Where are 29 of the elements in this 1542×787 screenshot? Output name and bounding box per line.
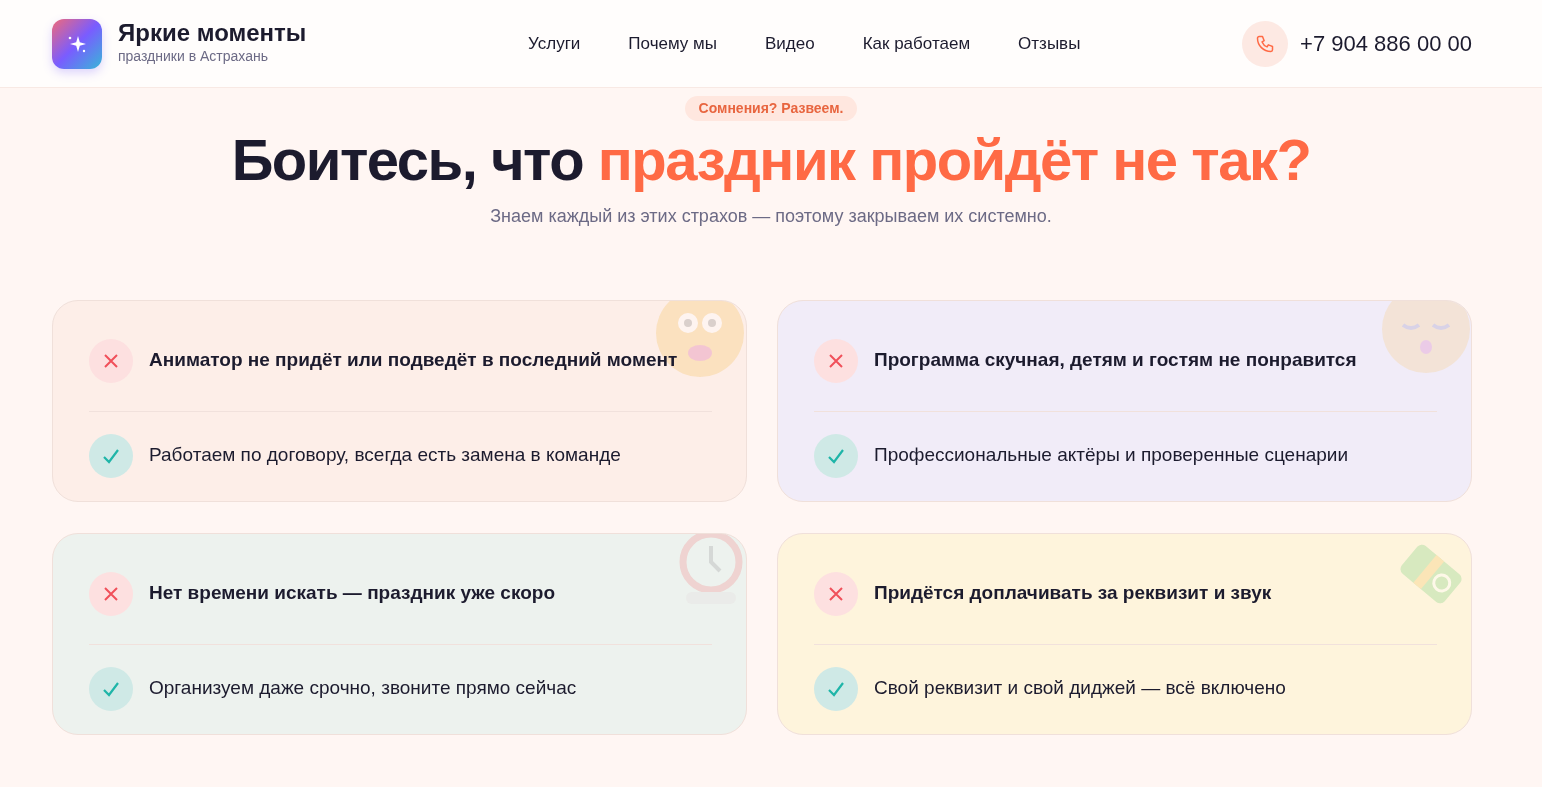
- check-icon: [89, 666, 133, 711]
- sleepy-face-icon: [1381, 300, 1471, 373]
- close-icon: [89, 571, 133, 616]
- solution-text: Свой реквизит и свой диджей — всё включено: [874, 676, 1286, 701]
- section-subtitle: Знаем каждый из этих страхов — поэтому закрываем их системно.: [489, 204, 1053, 228]
- check-icon: [814, 666, 858, 711]
- close-icon: [89, 338, 133, 383]
- solution-text: Работаем по договору, всегда есть замена в команде: [149, 443, 621, 468]
- nav-link[interactable]: Почему мы: [628, 30, 717, 57]
- phone-link[interactable]: +7 904 886 00 00: [1300, 27, 1472, 60]
- brand-name: Яркие моменты: [118, 19, 307, 47]
- nav-link[interactable]: Как работаем: [862, 30, 971, 57]
- logo-icon[interactable]: [52, 18, 102, 69]
- nav-link[interactable]: Отзывы: [1018, 30, 1081, 57]
- nav-link[interactable]: Видео: [764, 30, 815, 57]
- solution-text: Профессиональные актёры и проверенные сценарии: [874, 443, 1349, 468]
- problem-text: Придётся доплачивать за реквизит и звук: [874, 581, 1272, 606]
- problem-text: Нет времени искать — праздник уже скоро: [149, 581, 555, 606]
- nav-link[interactable]: Услуги: [528, 30, 581, 57]
- check-icon: [89, 433, 133, 478]
- close-icon: [814, 571, 858, 616]
- close-icon: [814, 338, 858, 383]
- brand-tagline: праздники в Астрахань: [118, 47, 269, 67]
- problem-text: Аниматор не придёт или подведёт в последний момент: [149, 348, 678, 373]
- section-heading: Боитесь, что праздник пройдёт не так?: [230, 126, 1312, 194]
- problem-text: Программа скучная, детям и гостям не понравится: [874, 348, 1357, 373]
- solution-text: Организуем даже срочно, звоните прямо сейчас: [149, 676, 577, 701]
- section-badge: Сомнения? Развеем.: [684, 96, 858, 121]
- check-icon: [814, 433, 858, 478]
